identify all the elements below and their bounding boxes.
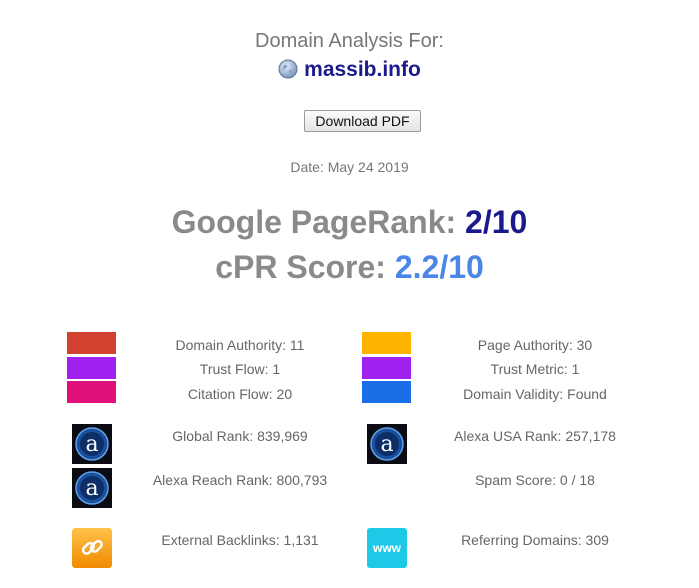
alexa-icon: a [72, 468, 112, 508]
external-backlinks-label: External Backlinks: 1,131 [161, 532, 319, 548]
alexa-usa-rank-label: Alexa USA Rank: 257,178 [454, 428, 616, 444]
cpr-score-line: cPR Score: 2.2/10 [0, 249, 699, 286]
domain-name: massib.info [304, 58, 421, 81]
cpr-value: 2.2/10 [394, 249, 484, 285]
pagerank-line: Google PageRank: 2/10 [0, 204, 699, 241]
cpr-label: cPR Score: [215, 249, 395, 285]
pagerank-label: Google PageRank: [171, 204, 466, 240]
download-pdf-button[interactable]: Download PDF [304, 110, 421, 132]
svg-text:a: a [85, 432, 98, 457]
trust-metric-swatch [362, 357, 411, 379]
domain-validity-label: Domain Validity: Found [463, 386, 607, 402]
analysis-date: Date: May 24 2019 [290, 159, 409, 175]
spam-score-label: Spam Score: 0 / 18 [475, 472, 595, 488]
domain-authority-label: Domain Authority: 11 [175, 337, 305, 353]
alexa-reach-rank-label: Alexa Reach Rank: 800,793 [152, 472, 328, 488]
referring-domains-label: Referring Domains: 309 [461, 532, 609, 548]
svg-text:a: a [85, 476, 98, 501]
pagerank-value: 2/10 [465, 204, 528, 240]
page-authority-label: Page Authority: 30 [477, 337, 593, 353]
globe-icon [278, 59, 298, 79]
page-heading: Domain Analysis For: [255, 30, 444, 52]
alexa-icon: a [367, 424, 407, 464]
domain-line: massib.info [0, 58, 699, 82]
trust-flow-swatch [67, 357, 116, 379]
domain-validity-swatch [362, 381, 411, 403]
www-icon: www [367, 528, 407, 568]
alexa-icon: a [72, 424, 112, 464]
global-rank-label: Global Rank: 839,969 [172, 428, 308, 444]
www-icon-text: www [372, 541, 401, 555]
trust-metric-label: Trust Metric: 1 [490, 361, 580, 377]
citation-flow-swatch [67, 381, 116, 403]
domain-authority-swatch [67, 332, 116, 354]
trust-flow-label: Trust Flow: 1 [199, 361, 281, 377]
chain-link-icon [72, 528, 112, 568]
svg-text:a: a [380, 432, 393, 457]
citation-flow-label: Citation Flow: 20 [187, 386, 293, 402]
page-authority-swatch [362, 332, 411, 354]
